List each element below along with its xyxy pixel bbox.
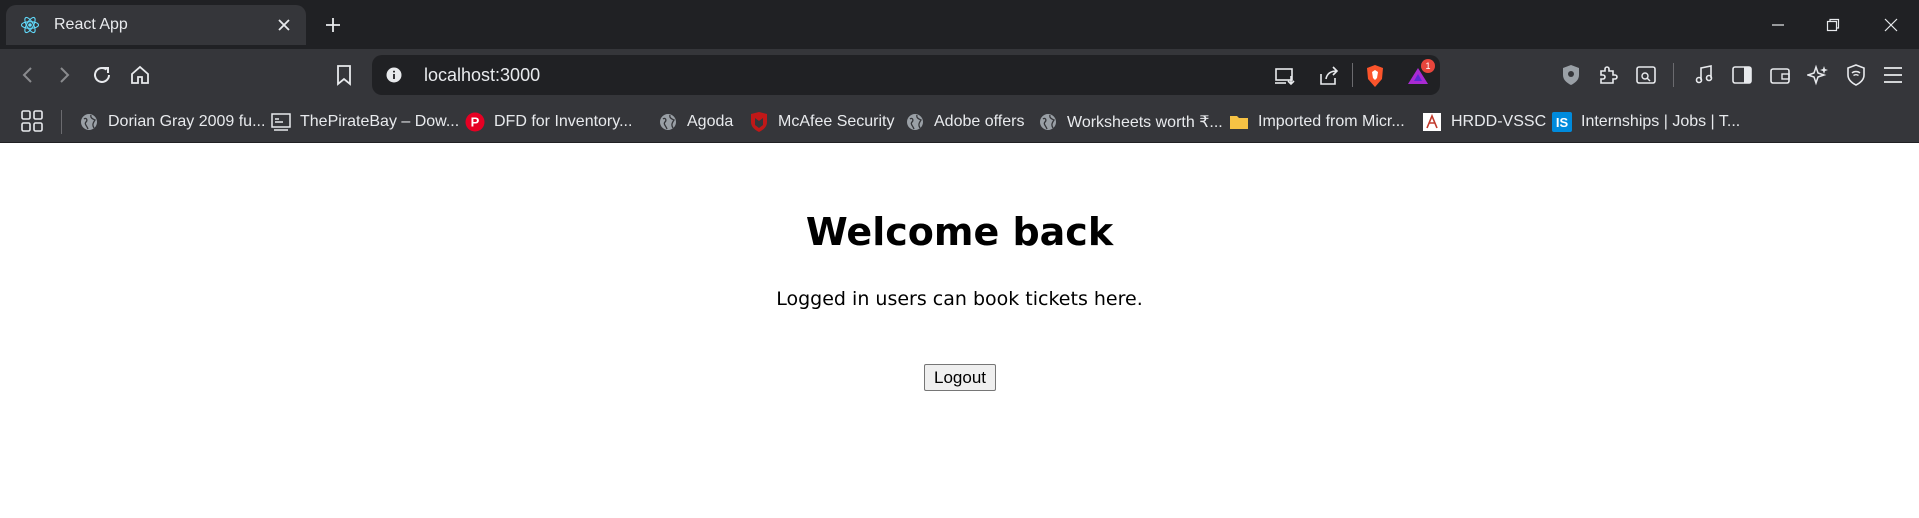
address-bar[interactable]: 1: [372, 55, 1440, 95]
home-button[interactable]: [126, 61, 154, 89]
bookmark-label: Dorian Gray 2009 fu...: [108, 113, 266, 130]
bookmark-item[interactable]: IS Internships | Jobs | T...: [1552, 109, 1740, 135]
globe-icon: [1038, 112, 1058, 132]
extensions-icon[interactable]: [1594, 61, 1622, 89]
restore-button[interactable]: [1818, 10, 1848, 40]
minimize-button[interactable]: [1763, 10, 1793, 40]
leo-ai-icon[interactable]: [1804, 61, 1832, 89]
bookmark-label: Imported from Micr...: [1258, 113, 1405, 130]
bookmark-item[interactable]: McAfee Security: [749, 109, 894, 135]
bookmark-label: Agoda: [687, 113, 734, 130]
divider: [61, 110, 62, 134]
new-tab-button[interactable]: [320, 12, 346, 38]
tab-search-icon[interactable]: [1632, 61, 1660, 89]
logout-button[interactable]: Logout: [924, 364, 996, 391]
globe-icon: [658, 112, 678, 132]
bookmark-item[interactable]: Dorian Gray 2009 fu...: [79, 109, 265, 135]
welcome-message: Logged in users can book tickets here.: [776, 288, 1143, 310]
hrdd-logo-icon: [1422, 112, 1442, 132]
bookmark-label: Internships | Jobs | T...: [1581, 113, 1741, 130]
brave-rewards-icon[interactable]: 1: [1405, 59, 1435, 89]
install-app-icon[interactable]: [1272, 63, 1298, 89]
bookmarks-bar: Dorian Gray 2009 fu... ThePirateBay – Do…: [0, 101, 1919, 143]
globe-icon: [79, 112, 99, 132]
apps-icon[interactable]: [20, 108, 44, 134]
divider: [1352, 63, 1353, 87]
bookmark-item[interactable]: HRDD-VSSC: [1422, 109, 1546, 135]
notification-badge: 1: [1421, 59, 1435, 73]
brave-shields-icon[interactable]: [1362, 63, 1388, 89]
bookmark-item[interactable]: Agoda: [658, 109, 733, 135]
bookmark-item[interactable]: Adobe offers: [905, 109, 1024, 135]
bookmark-item[interactable]: ThePirateBay – Dow...: [271, 109, 459, 135]
media-controls-icon[interactable]: [1690, 61, 1718, 89]
page-title: Welcome back: [805, 210, 1114, 254]
divider: [1673, 63, 1674, 87]
tab-title: React App: [54, 16, 128, 33]
browser-tab[interactable]: React App: [6, 5, 306, 45]
site-info-icon[interactable]: [384, 65, 404, 85]
close-window-button[interactable]: [1876, 10, 1906, 40]
url-input[interactable]: [424, 64, 1024, 86]
internshala-icon: IS: [1552, 112, 1572, 132]
back-button[interactable]: [14, 61, 42, 89]
page-content: Welcome back Logged in users can book ti…: [0, 144, 1919, 518]
svg-text:IS: IS: [1556, 115, 1569, 130]
reload-button[interactable]: [88, 61, 116, 89]
menu-icon[interactable]: [1879, 61, 1907, 89]
close-icon[interactable]: [272, 13, 296, 37]
wallet-icon[interactable]: [1766, 61, 1794, 89]
bookmark-label: ThePirateBay – Dow...: [300, 113, 460, 130]
bookmark-label: Adobe offers: [934, 113, 1025, 130]
pirate-ship-icon: [271, 112, 291, 132]
share-icon[interactable]: [1316, 63, 1342, 89]
folder-icon: [1229, 112, 1249, 132]
browser-toolbar: 1: [0, 49, 1919, 101]
bookmark-label: Worksheets worth ₹...: [1067, 114, 1223, 131]
forward-button[interactable]: [50, 61, 78, 89]
bookmark-label: HRDD-VSSC: [1451, 113, 1547, 130]
bookmark-item[interactable]: P DFD for Inventory...: [465, 109, 632, 135]
react-icon: [20, 15, 40, 35]
bookmark-item[interactable]: Imported from Micr...: [1229, 109, 1405, 135]
globe-icon: [905, 112, 925, 132]
bookmark-item[interactable]: Worksheets worth ₹...: [1038, 109, 1223, 135]
bookmark-icon[interactable]: [330, 61, 358, 89]
vpn-shield-icon[interactable]: [1557, 61, 1585, 89]
sidebar-icon[interactable]: [1728, 61, 1756, 89]
vpn-icon[interactable]: [1842, 61, 1870, 89]
pinterest-icon: P: [465, 112, 485, 132]
bookmark-label: DFD for Inventory...: [494, 113, 633, 130]
bookmark-label: McAfee Security: [778, 113, 895, 130]
mcafee-shield-icon: [749, 112, 769, 132]
browser-titlebar: React App: [0, 0, 1919, 49]
svg-text:P: P: [471, 115, 480, 130]
